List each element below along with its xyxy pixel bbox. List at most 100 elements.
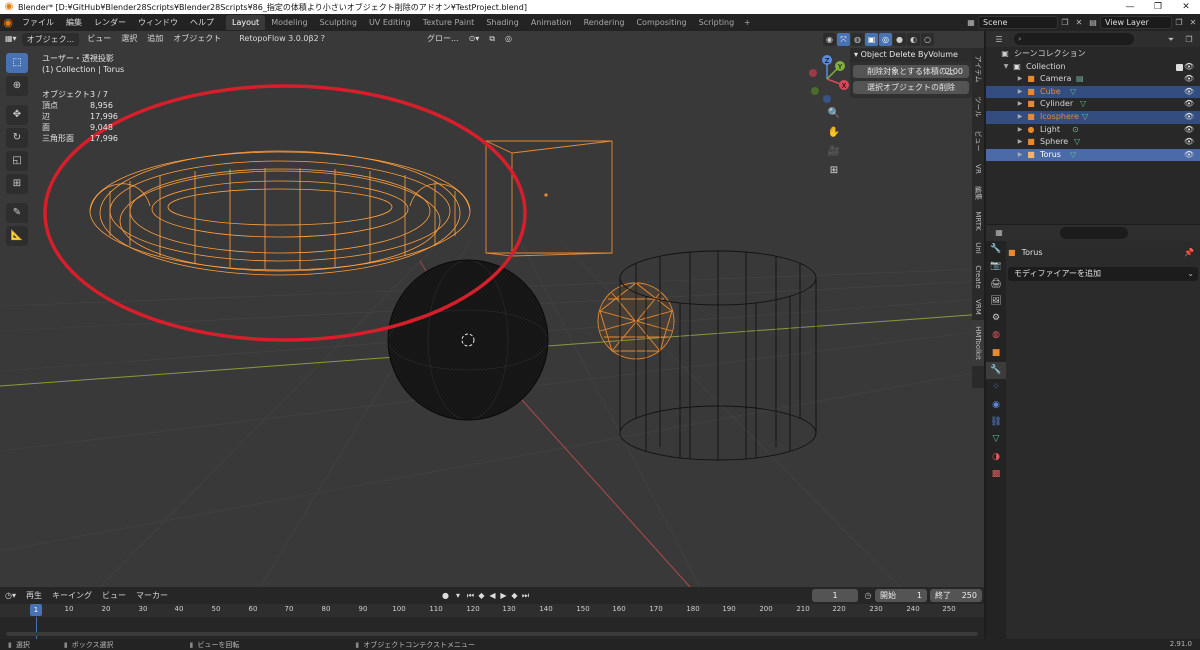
scene-new-icon[interactable]: ❐	[1058, 16, 1072, 29]
current-frame-field[interactable]: 1	[812, 589, 858, 602]
transform-orientation-dropdown[interactable]: グロー...	[422, 32, 464, 46]
panel-header[interactable]: ▾ Object Delete ByVolume	[850, 48, 972, 62]
editor-type-icon[interactable]: ▦▾	[0, 32, 22, 46]
start-frame-field[interactable]: 開始 1	[875, 589, 927, 602]
tab-animation[interactable]: Animation	[525, 15, 578, 30]
jump-start-icon[interactable]: ⏮	[465, 589, 476, 602]
transform-tool-icon[interactable]: ⊞	[6, 174, 28, 194]
ortho-toggle-icon[interactable]: ⊞	[825, 163, 843, 179]
output-tab-icon[interactable]: 🖨	[986, 276, 1006, 293]
constraints-tab-icon[interactable]: ⛓	[986, 414, 1006, 431]
tab-layout[interactable]: Layout	[226, 15, 266, 30]
next-keyframe-icon[interactable]: ◆	[509, 589, 520, 602]
sidebar-tab-create[interactable]: Create	[972, 260, 984, 294]
wireframe-shading-icon[interactable]: ◎	[879, 32, 892, 46]
maximize-button[interactable]: ❐	[1144, 0, 1172, 14]
scene-name-field[interactable]: Scene	[978, 16, 1058, 29]
expand-arrow-icon[interactable]: ▶	[1016, 98, 1024, 111]
jump-end-icon[interactable]: ⏭	[520, 589, 531, 602]
overlay-toggle-icon[interactable]: ◍	[851, 32, 864, 46]
cursor-tool-icon[interactable]: ⊕	[6, 76, 28, 96]
view-layer-remove-icon[interactable]: ✕	[1186, 16, 1200, 29]
collection-exclude-checkbox[interactable]	[1176, 63, 1183, 71]
menu-keying[interactable]: キーイング	[47, 590, 97, 601]
add-modifier-dropdown[interactable]: モディファイアーを追加 ⌄	[1008, 267, 1198, 281]
tab-modeling[interactable]: Modeling	[265, 15, 313, 30]
menu-window[interactable]: ウィンドウ	[132, 14, 184, 31]
properties-editor-type-icon[interactable]: ▦	[992, 226, 1006, 239]
prev-keyframe-icon[interactable]: ◆	[476, 589, 487, 602]
view-layer-field[interactable]: View Layer	[1100, 16, 1172, 29]
scene-remove-icon[interactable]: ✕	[1072, 16, 1086, 29]
blender-menu-icon[interactable]: ◉	[0, 14, 16, 31]
pin-icon[interactable]: 📌	[1184, 245, 1194, 261]
render-tab-icon[interactable]: 📷	[986, 258, 1006, 275]
physics-tab-icon[interactable]: ◉	[986, 397, 1006, 414]
minimize-button[interactable]: —	[1116, 0, 1144, 14]
visibility-eye-icon[interactable]: 👁	[1184, 111, 1194, 124]
expand-arrow-icon[interactable]: ▶	[1016, 149, 1024, 162]
end-frame-field[interactable]: 終了 250	[930, 589, 982, 602]
outliner-item-torus[interactable]: ▶ ■ Torus ▽ 👁	[986, 148, 1200, 162]
scale-tool-icon[interactable]: ◱	[6, 151, 28, 171]
new-collection-icon[interactable]: ❐	[1182, 33, 1196, 46]
outliner-item-icosphere[interactable]: ▶ ■ Icosphere ▽ 👁	[986, 110, 1200, 124]
sidebar-tab-edit[interactable]: 編集	[972, 180, 984, 206]
expand-arrow-icon[interactable]: ▼	[1002, 61, 1010, 74]
tab-sculpting[interactable]: Sculpting	[314, 15, 363, 30]
3d-viewport[interactable]: ▦▾ オブジェク... ビュー 選択 追加 オブジェクト RetopoFlow …	[0, 31, 984, 587]
outliner-scene-collection[interactable]: ▣ シーンコレクション	[986, 48, 1200, 61]
delete-selected-button[interactable]: 選択オブジェクトの削除	[853, 81, 969, 94]
close-button[interactable]: ✕	[1172, 0, 1200, 14]
view-layer-tab-icon[interactable]: 🖼	[986, 293, 1006, 310]
tab-compositing[interactable]: Compositing	[630, 15, 692, 30]
snap-icon[interactable]: ⧉	[484, 32, 500, 46]
menu-view[interactable]: ビュー	[82, 32, 116, 46]
mode-dropdown[interactable]: オブジェク...	[21, 32, 80, 46]
rendered-shading-icon[interactable]: ○	[921, 32, 934, 46]
sidebar-tab-vr[interactable]: VR	[972, 158, 984, 180]
sidebar-tab-hmtoolkit[interactable]: HMToolkit	[972, 320, 984, 366]
move-tool-icon[interactable]: ✥	[6, 105, 28, 125]
visibility-icon[interactable]: ◉	[823, 32, 836, 46]
visibility-eye-icon[interactable]: 👁	[1184, 136, 1194, 149]
xray-toggle-icon[interactable]: ▣	[865, 32, 878, 46]
sidebar-tab-vrm[interactable]: VRM	[972, 294, 984, 320]
expand-arrow-icon[interactable]: ▶	[1016, 136, 1024, 149]
tab-uv-editing[interactable]: UV Editing	[363, 15, 417, 30]
sphere-object[interactable]	[387, 259, 549, 421]
menu-render[interactable]: レンダー	[88, 14, 132, 31]
torus-object[interactable]	[89, 150, 471, 276]
visibility-eye-icon[interactable]: 👁	[1184, 149, 1194, 162]
menu-edit[interactable]: 編集	[60, 14, 88, 31]
sidebar-tab-uni[interactable]: UnI	[972, 236, 984, 260]
menu-help[interactable]: ヘルプ	[184, 14, 220, 31]
scene-tab-icon[interactable]: ⚙	[986, 310, 1006, 327]
outliner-search-input[interactable]: ⌕	[1014, 33, 1134, 45]
menu-object[interactable]: オブジェクト	[168, 32, 226, 46]
proportional-edit-icon[interactable]: ◎	[500, 32, 517, 46]
menu-timeline-view[interactable]: ビュー	[97, 590, 131, 601]
solid-shading-icon[interactable]: ●	[893, 32, 906, 46]
outliner-editor-type-icon[interactable]: ☰	[992, 33, 1006, 46]
expand-arrow-icon[interactable]: ▶	[1016, 86, 1024, 99]
modifier-tab-icon[interactable]: 🔧	[986, 362, 1006, 380]
sidebar-tab-item[interactable]: アイテム	[972, 48, 984, 90]
visibility-eye-icon[interactable]: 👁	[1184, 73, 1194, 86]
material-tab-icon[interactable]: ◑	[986, 449, 1006, 466]
material-shading-icon[interactable]: ◐	[907, 32, 920, 46]
gizmo-toggle-icon[interactable]: ⤧	[837, 32, 850, 46]
expand-arrow-icon[interactable]: ▶	[1016, 73, 1024, 86]
timeline-editor-type-icon[interactable]: ◷▾	[0, 591, 21, 600]
expand-arrow-icon[interactable]: ▶	[1016, 111, 1024, 124]
visibility-eye-icon[interactable]: 👁	[1184, 124, 1194, 137]
record-icon[interactable]: ●	[440, 589, 451, 602]
texture-tab-icon[interactable]: ▩	[986, 466, 1006, 483]
menu-select[interactable]: 選択	[116, 32, 142, 46]
world-tab-icon[interactable]: ◍	[986, 327, 1006, 344]
play-reverse-icon[interactable]: ◀	[487, 589, 498, 602]
preview-range-icon[interactable]: ◷	[861, 589, 875, 602]
visibility-eye-icon[interactable]: 👁	[1184, 61, 1194, 74]
timeline-scrollbar[interactable]	[6, 632, 978, 636]
outliner-item-camera[interactable]: ▶ ■ Camera ▤ 👁	[986, 73, 1200, 86]
